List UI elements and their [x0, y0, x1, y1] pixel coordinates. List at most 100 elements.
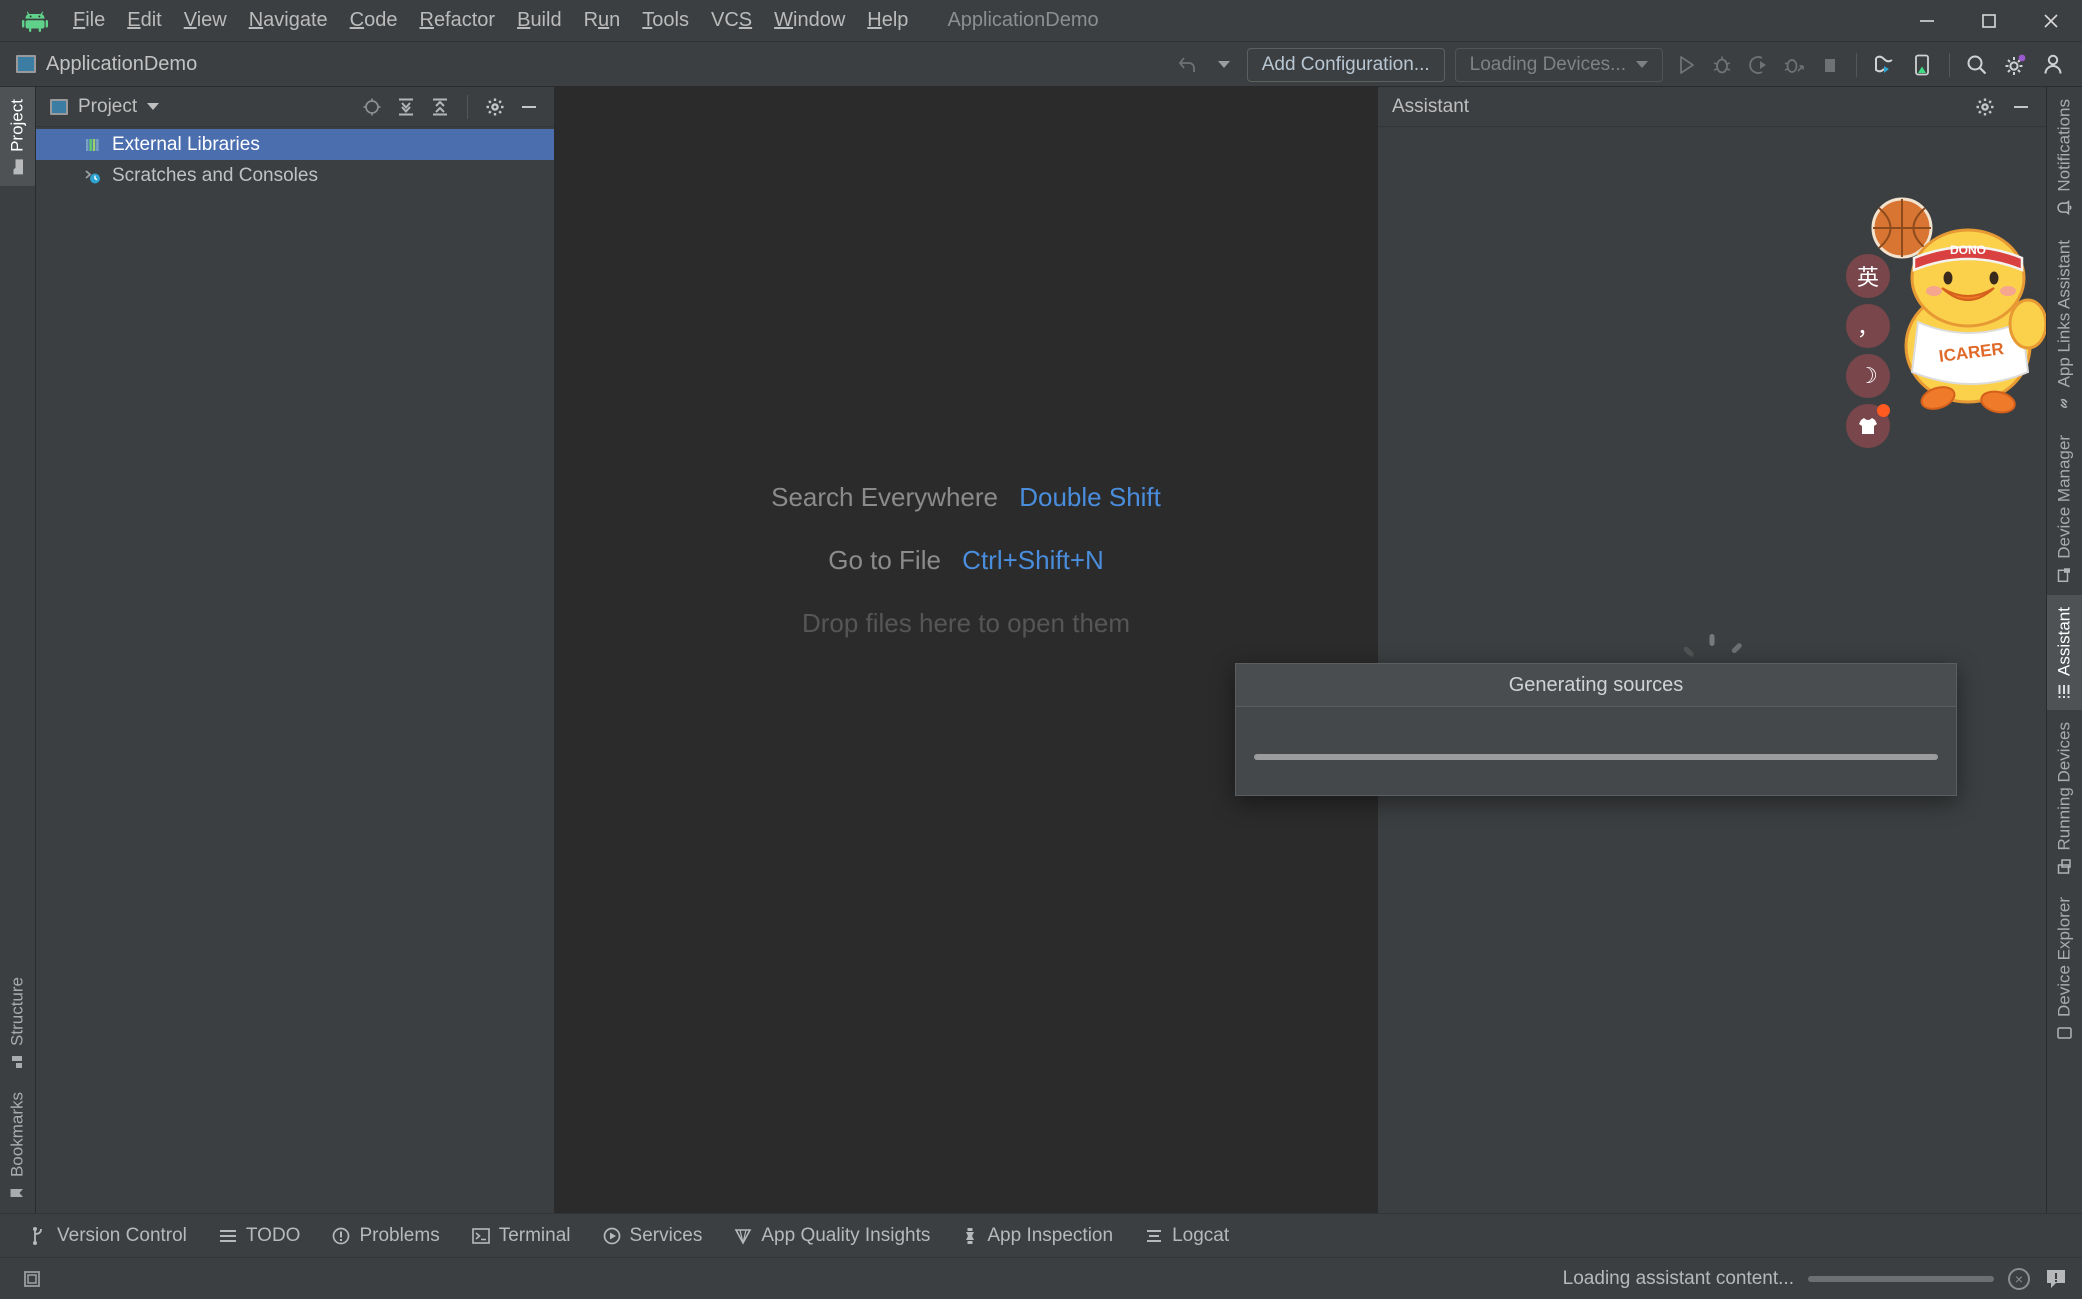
main-toolbar: ApplicationDemo Add Configuration... Loa… — [0, 42, 2082, 87]
menu-window[interactable]: Window — [763, 5, 856, 36]
tip-shortcut: Double Shift — [1019, 482, 1161, 512]
status-bar-right: Loading assistant content... × — [1563, 1267, 2068, 1291]
menu-bar: File Edit View Navigate Code Refactor Bu… — [0, 0, 2082, 42]
toolbar-divider-2 — [1949, 52, 1950, 77]
chevron-down-icon[interactable] — [147, 103, 160, 110]
minimize-button[interactable] — [1896, 0, 1958, 42]
add-configuration-label: Add Configuration... — [1261, 53, 1430, 75]
stop-button[interactable] — [1812, 47, 1848, 83]
hide-icon[interactable] — [514, 92, 544, 122]
toolbar-divider — [1856, 52, 1857, 77]
assistant-tool-window: Assistant — [1377, 87, 2046, 1213]
sdk-manager-icon[interactable] — [1903, 47, 1941, 83]
sidebar-item-project[interactable]: Project — [0, 87, 35, 186]
scratches-icon — [84, 167, 102, 185]
sidebar-item-device-manager-label: Device Manager — [2054, 435, 2074, 559]
undo-dropdown-icon[interactable] — [1206, 47, 1242, 83]
search-icon[interactable] — [1958, 47, 1996, 83]
assistant-panel-header: Assistant — [1378, 87, 2046, 127]
menu-run[interactable]: Run — [573, 5, 632, 36]
menu-file[interactable]: File — [62, 5, 116, 36]
bottom-item-services[interactable]: Services — [587, 1214, 719, 1258]
sidebar-item-device-manager[interactable]: Device Manager — [2047, 423, 2082, 595]
sidebar-item-notifications-label: Notifications — [2054, 99, 2074, 192]
project-icon — [16, 55, 36, 73]
sidebar-item-notifications[interactable]: Notifications — [2047, 87, 2082, 228]
sidebar-item-device-explorer-label: Device Explorer — [2054, 897, 2074, 1018]
assistant-icon — [2058, 683, 2072, 699]
gear-icon[interactable] — [1996, 47, 2034, 83]
menu-edit[interactable]: Edit — [116, 5, 172, 36]
device-selector[interactable]: Loading Devices... — [1454, 47, 1663, 82]
link-icon — [2057, 395, 2073, 411]
bottom-item-todo[interactable]: TODO — [203, 1214, 317, 1258]
services-icon — [603, 1227, 621, 1245]
running-devices-icon — [2057, 858, 2072, 874]
bottom-item-label: App Inspection — [987, 1224, 1114, 1246]
sidebar-item-structure[interactable]: Structure — [0, 965, 35, 1080]
menu-vcs[interactable]: VCS — [700, 5, 763, 36]
tip-label: Go to File — [828, 545, 941, 575]
menu-help[interactable]: Help — [856, 5, 919, 36]
menu-navigate[interactable]: Navigate — [238, 5, 339, 36]
bottom-item-logcat[interactable]: Logcat — [1129, 1214, 1245, 1258]
assistant-panel-title: Assistant — [1392, 95, 1470, 117]
tree-item-external-libraries[interactable]: External Libraries — [36, 129, 554, 160]
sidebar-item-bookmarks[interactable]: Bookmarks — [0, 1080, 35, 1213]
run-button[interactable] — [1668, 47, 1704, 83]
problem-icon — [332, 1227, 350, 1245]
menu-tools[interactable]: Tools — [631, 5, 700, 36]
undo-icon[interactable] — [1170, 47, 1206, 83]
project-panel-header: Project — [36, 87, 554, 127]
bottom-item-problems[interactable]: Problems — [316, 1214, 455, 1258]
project-panel-title-group[interactable]: Project — [50, 96, 160, 118]
progress-bar — [1254, 754, 1938, 760]
menu-build[interactable]: Build — [506, 5, 572, 36]
sidebar-item-assistant[interactable]: Assistant — [2047, 594, 2082, 710]
gear-icon[interactable] — [1970, 92, 2000, 122]
project-panel-actions — [357, 92, 544, 122]
locate-icon[interactable] — [357, 92, 387, 122]
profile-button[interactable] — [1776, 47, 1812, 83]
layout-icon[interactable] — [14, 1268, 50, 1290]
bottom-item-label: Logcat — [1172, 1224, 1230, 1246]
tree-item-scratches-and-consoles[interactable]: Scratches and Consoles — [36, 160, 554, 191]
hide-icon[interactable] — [2006, 92, 2036, 122]
status-bar: Loading assistant content... × — [0, 1257, 2082, 1299]
bottom-item-label: TODO — [245, 1224, 301, 1246]
bottom-item-terminal[interactable]: Terminal — [456, 1214, 587, 1258]
add-configuration-button[interactable]: Add Configuration... — [1246, 47, 1445, 82]
gear-icon[interactable] — [480, 92, 510, 122]
event-log-icon[interactable] — [2044, 1267, 2068, 1291]
expand-all-icon[interactable] — [391, 92, 421, 122]
menu-refactor[interactable]: Refactor — [408, 5, 506, 36]
editor-empty-area: Search Everywhere Double Shift Go to Fil… — [555, 87, 1957, 1213]
tree-item-label: External Libraries — [112, 133, 260, 155]
collapse-all-icon[interactable] — [425, 92, 455, 122]
run-with-coverage-button[interactable] — [1740, 47, 1776, 83]
account-icon[interactable] — [2034, 47, 2072, 83]
sidebar-item-app-links-assistant[interactable]: App Links Assistant — [2047, 228, 2082, 423]
bottom-item-app-inspection[interactable]: App Inspection — [946, 1214, 1129, 1258]
bottom-item-version-control[interactable]: Version Control — [14, 1214, 203, 1258]
libraries-icon — [84, 136, 102, 154]
sidebar-item-running-devices[interactable]: Running Devices — [2047, 710, 2082, 886]
project-chip[interactable]: ApplicationDemo — [0, 53, 197, 76]
bottom-item-label: App Quality Insights — [761, 1224, 931, 1246]
sidebar-item-device-explorer[interactable]: Device Explorer — [2047, 885, 2082, 1053]
bottom-item-label: Version Control — [57, 1224, 187, 1246]
avd-manager-icon[interactable] — [1865, 47, 1903, 83]
toolbar-actions: Add Configuration... Loading Devices... — [1170, 42, 2072, 87]
menu-code[interactable]: Code — [339, 5, 409, 36]
close-button[interactable] — [2020, 0, 2082, 42]
logcat-icon — [1145, 1228, 1163, 1244]
structure-icon — [11, 1053, 25, 1069]
debug-button[interactable] — [1704, 47, 1740, 83]
device-manager-icon — [2057, 567, 2073, 583]
menu-view[interactable]: View — [173, 5, 238, 36]
bottom-item-app-quality-insights[interactable]: App Quality Insights — [718, 1214, 946, 1258]
panel-divider — [467, 94, 468, 119]
bottom-tool-bar: Version Control TODO Problems Terminal S… — [0, 1213, 2082, 1257]
maximize-button[interactable] — [1958, 0, 2020, 42]
cancel-task-button[interactable]: × — [2008, 1267, 2030, 1290]
